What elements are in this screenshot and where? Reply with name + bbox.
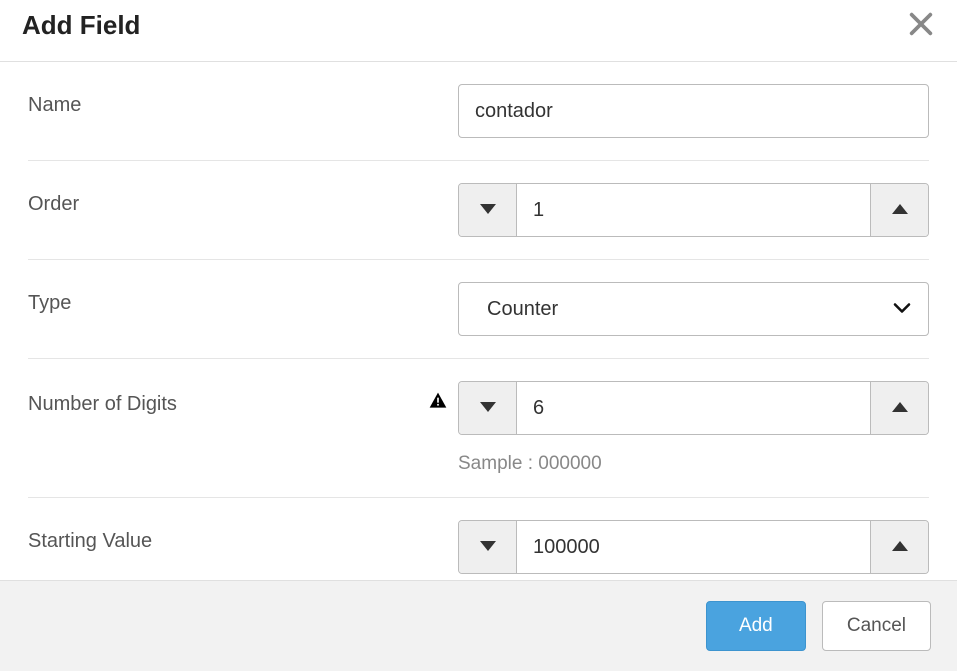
control-name [458,84,929,138]
digits-input[interactable] [517,382,870,434]
close-icon [907,26,935,41]
label-digits: Number of Digits [28,381,458,417]
chevron-down-icon [480,203,496,218]
warning-icon [428,391,448,417]
order-increment-button[interactable] [870,184,928,236]
chevron-down-icon [480,540,496,555]
type-select[interactable]: Counter [458,282,929,336]
control-type: Counter [458,282,929,336]
label-order: Order [28,183,458,216]
digits-stepper [458,381,929,435]
digits-increment-button[interactable] [870,382,928,434]
label-type: Type [28,282,458,315]
cancel-button[interactable]: Cancel [822,601,931,651]
chevron-up-icon [892,401,908,416]
chevron-up-icon [892,540,908,555]
row-order: Order [28,161,929,260]
chevron-down-icon [480,401,496,416]
control-start [458,520,929,574]
control-order [458,183,929,237]
start-input[interactable] [517,521,870,573]
label-digits-text: Number of Digits [28,393,177,416]
dialog-body: Name Order [0,62,957,580]
add-button[interactable]: Add [706,601,806,651]
order-stepper [458,183,929,237]
control-digits: Sample : 000000 [458,381,929,475]
digits-sample-text: Sample : 000000 [458,453,929,475]
order-input[interactable] [517,184,870,236]
close-button[interactable] [907,10,935,41]
name-input[interactable] [458,84,929,138]
start-increment-button[interactable] [870,521,928,573]
row-start: Starting Value [28,498,929,580]
dialog-title: Add Field [22,10,140,41]
add-field-dialog: Add Field Name Order [0,0,957,671]
dialog-footer: Add Cancel [0,580,957,671]
row-name: Name [28,62,929,161]
row-type: Type Counter [28,260,929,359]
order-decrement-button[interactable] [459,184,517,236]
row-digits: Number of Digits [28,359,929,498]
start-stepper [458,520,929,574]
dialog-header: Add Field [0,0,957,62]
label-start: Starting Value [28,520,458,553]
label-name: Name [28,84,458,117]
chevron-up-icon [892,203,908,218]
start-decrement-button[interactable] [459,521,517,573]
type-select-wrap: Counter [458,282,929,336]
digits-decrement-button[interactable] [459,382,517,434]
